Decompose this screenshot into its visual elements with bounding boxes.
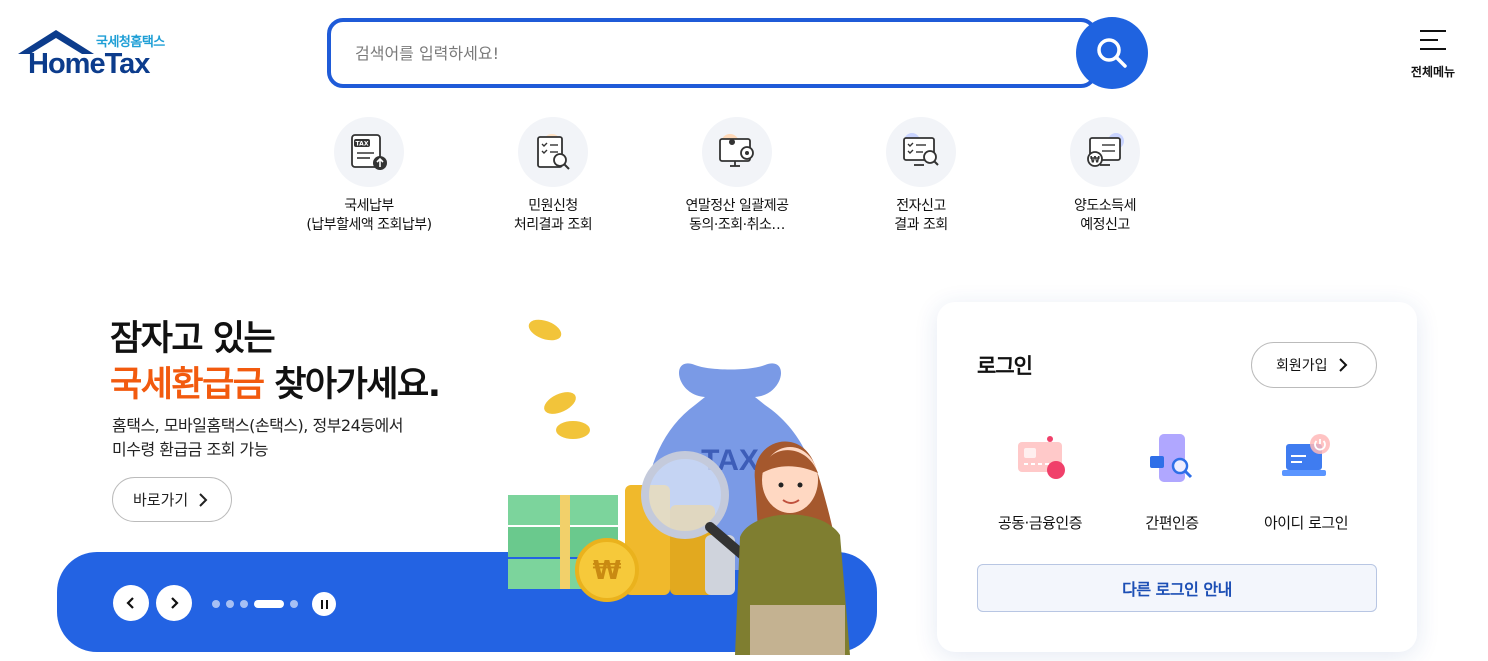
banner-pagination [212,600,298,608]
pagination-dot[interactable] [212,600,220,608]
hometax-logo[interactable]: 국세청홈택스 HomeTax [16,28,181,80]
quick-menu-label: 연말정산 일괄제공 동의·조회·취소… [685,198,790,233]
full-menu-button[interactable]: 전체메뉴 [1400,28,1466,82]
quick-menu-label: 민원신청 처리결과 조회 [513,198,593,233]
quick-menu-label: 전자신고 결과 조회 [894,198,948,233]
other-login-guide-button[interactable]: 다른 로그인 안내 [977,564,1377,612]
document-search-icon [518,117,588,187]
banner-prev-button[interactable] [113,585,149,621]
pagination-dot[interactable] [226,600,234,608]
banner-go-label: 바로가기 [133,491,189,509]
chevron-left-icon [126,597,134,609]
coin-icon [544,392,576,414]
quick-menu-civil-petition[interactable]: 민원신청 처리결과 조회 [468,117,638,235]
banner-title-highlight: 국세환급금 [110,365,265,405]
svg-text:TAX: TAX [356,141,369,148]
coin-icon [556,421,590,439]
banner-description: 홈택스, 모바일홈택스(손택스), 정부24등에서 미수령 환급금 조회 가능 [112,416,403,459]
simple-auth-login-button[interactable]: 간편인증 [1107,430,1237,533]
simple-auth-label: 간편인증 [1145,514,1199,532]
banner-title-line1: 잠자고 있는 [110,319,276,359]
search-button[interactable] [1076,17,1148,89]
login-title: 로그인 [977,354,1033,378]
certificate-card-icon [1018,436,1065,479]
search-icon [1097,38,1127,68]
quick-menu-capital-gains-tax[interactable]: ₩ 양도소득세 예정신고 [1020,117,1190,235]
tax-refund-illustration: TAX ₩ [508,319,850,655]
chevron-right-icon [199,492,208,507]
search-input[interactable] [355,22,1055,84]
login-panel: 로그인 회원가입 공동·금융인증 간편인증 아이디 로그인 다른 로그인 안내 [937,302,1417,652]
svg-text:₩: ₩ [593,556,622,586]
banner-title-line2: 국세환급금 찾아가세요. [110,356,441,407]
banner-title-rest: 찾아가세요. [263,365,441,405]
tax-bill-icon: TAX [334,117,404,187]
certificate-login-label: 공동·금융인증 [997,514,1083,532]
chevron-right-icon [1338,358,1347,372]
full-menu-label: 전체메뉴 [1410,65,1456,79]
search-box [327,18,1097,88]
hamburger-icon [1420,30,1446,57]
hometax-main-page: 국세청홈택스 HomeTax 전체메뉴 TAX 국 [0,0,1488,661]
monitor-checklist-icon [886,117,956,187]
banner-next-button[interactable] [156,585,192,621]
monitor-settings-icon [702,117,772,187]
simple-auth-phone-icon [1150,434,1193,482]
chevron-right-icon [171,597,179,609]
sign-up-button[interactable]: 회원가입 [1251,342,1377,388]
certificate-login-button[interactable]: 공동·금융인증 [975,430,1105,533]
pagination-dot[interactable] [240,600,248,608]
id-login-button[interactable]: 아이디 로그인 [1241,430,1371,533]
quick-menu-e-filing-result[interactable]: 전자신고 결과 조회 [836,117,1006,235]
pagination-dot-active[interactable] [254,600,284,608]
quick-menu-tax-payment[interactable]: TAX 국세납부 (납부할세액 조회납부) [284,117,454,235]
id-login-laptop-icon [1282,434,1330,476]
banner-go-button[interactable]: 바로가기 [112,477,232,522]
banner-pause-button[interactable] [312,592,336,616]
quick-menu-year-end-settlement[interactable]: 연말정산 일괄제공 동의·조회·취소… [652,117,822,235]
monitor-won-icon: ₩ [1070,117,1140,187]
svg-text:₩: ₩ [1090,156,1100,166]
pagination-dot[interactable] [290,600,298,608]
pause-icon [320,599,323,609]
id-login-label: 아이디 로그인 [1263,514,1349,532]
logo-title: HomeTax [28,48,150,80]
coin-icon [528,319,562,341]
sign-up-label: 회원가입 [1276,358,1328,374]
quick-menu-label: 국세납부 (납부할세액 조회납부) [306,198,432,233]
quick-menu-label: 양도소득세 예정신고 [1074,198,1136,233]
